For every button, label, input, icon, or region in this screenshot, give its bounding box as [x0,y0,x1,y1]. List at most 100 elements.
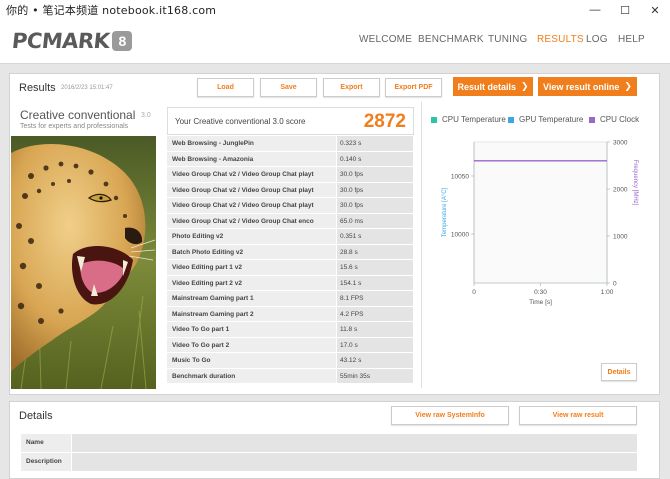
table-row: Video Group Chat v2 / Video Group Chat p… [167,182,413,198]
row-value: 11.8 s [336,322,413,337]
title-bar: 你的 • 笔记本频道 notebook.it168.com — ☐ ✕ [0,0,670,20]
results-date: 2016/2/23 15:01:47 [61,85,113,91]
table-row: Video Group Chat v2 / Video Group Chat p… [167,167,413,183]
results-panel: Results 2016/2/23 15:01:47 Load Save Exp… [9,73,660,395]
row-value: 43.12 s [336,353,413,368]
result-details-label: Result details [457,81,516,92]
nav-benchmark[interactable]: BENCHMARK [418,34,484,45]
nav-log[interactable]: LOG [586,34,608,45]
x-axis-label: Time [s] [529,299,552,306]
row-value: 4.2 FPS [336,306,413,321]
nav-label: WELCOME [359,34,413,45]
row-value: 65.0 ms [336,213,413,228]
view-raw-systeminfo-button[interactable]: View raw SystemInfo [391,406,509,425]
save-button[interactable]: Save [260,78,317,97]
chevron-right-icon: ❯ [624,81,632,91]
row-value: 0.140 s [336,151,413,166]
result-details-button[interactable]: Result details ❯ [453,77,533,96]
row-name: Video Group Chat v2 / Video Group Chat p… [172,171,314,178]
row-value: 30.0 fps [336,167,413,182]
row-value: 154.1 s [336,275,413,290]
maximize-button[interactable]: ☐ [610,0,640,20]
export-button[interactable]: Export [323,78,380,97]
chevron-right-icon: ❯ [520,81,529,91]
details-title: Details [19,410,53,422]
score-value: 2872 [363,111,406,132]
table-row: Video Group Chat v2 / Video Group Chat e… [167,213,413,229]
row-name: Music To Go [172,357,211,364]
details-name-row: Name [21,434,637,452]
row-name: Video To Go part 2 [172,341,230,349]
nav-tuning[interactable]: TUNING [488,34,528,45]
row-value: 8.1 FPS [336,291,413,306]
plot-area [473,141,608,284]
y-left-tick-label: 10050 [451,174,469,181]
row-name: Video To Go part 1 [172,326,230,333]
test-name: Creative conventional [20,108,136,122]
results-table: Web Browsing - JunglePin 0.323 s Web Brow… [167,136,413,384]
logo-text: PCMARK [10,29,111,53]
table-row: Video Editing part 1 v2 15.6 s [167,260,413,276]
row-value: 15.6 s [336,260,413,275]
export-pdf-button[interactable]: Export PDF [385,78,442,97]
row-name: Video Editing part 1 v2 [172,264,242,271]
minimize-button[interactable]: — [580,0,610,20]
pcmark-logo: PCMARK 8 [10,28,133,54]
y-right-tick-label: 3000 [613,140,628,147]
chart-plot: 300020001000010050100000 0:30 1:00Time [s]… [442,140,638,307]
row-name: Video Editing part 2 v2 [172,279,242,287]
row-name: Video Group Chat v2 / Video Group Chat p… [172,202,314,209]
table-row: Video Group Chat v2 / Video Group Chat p… [167,198,413,214]
table-row: Music To Go 43.12 s [167,353,413,369]
row-name: Web Browsing - Amazonia [172,155,254,163]
row-value: 0.351 s [336,229,413,244]
row-name: Photo Editing v2 [172,233,224,240]
view-raw-result-button[interactable]: View raw result [519,406,637,425]
view-online-button[interactable]: View result online ❯ [538,77,637,96]
row-value: 30.0 fps [336,182,413,197]
y-axis-right-label: Frequency [MHz] [632,160,638,206]
row-name: Benchmark duration [172,372,236,380]
row-value: 0.323 s [336,136,413,151]
monitoring-chart: CPU Temperature GPU Temperature CPU Cloc… [421,102,646,388]
table-row: Video To Go part 1 11.8 s [167,322,413,338]
field-value [71,434,637,452]
table-row: Batch Photo Editing v2 28.8 s [167,244,413,260]
row-name: Video Group Chat v2 / Video Group Chat e… [172,217,314,225]
table-row: Mainstream Gaming part 1 8.1 FPS [167,291,413,307]
close-button[interactable]: ✕ [640,0,670,20]
y-right-tick-label: 1000 [613,234,628,241]
x-tick-label: 1:00 [601,289,614,296]
x-tick-label: 0:30 [534,289,547,296]
score-label: Your Creative conventional 3.0 score [175,117,306,126]
table-row: Web Browsing - JunglePin 0.323 s [167,136,413,152]
field-label: Description [26,458,62,465]
y-right-tick-label: 0 [613,281,617,288]
table-row: Mainstream Gaming part 2 4.2 FPS [167,306,413,322]
y-right-tick-label: 2000 [613,187,628,194]
overlay-watermark: 你的 • 笔记本频道 notebook.it168.com [6,4,217,17]
row-name: Web Browsing - JunglePin [172,140,254,147]
details-description-row: Description [21,453,637,471]
row-value: 17.0 s [336,337,413,352]
app-header: PCMARK 8 WELCOME BENCHMARK TUNING RESULT… [0,20,670,64]
row-value: 55min 35s [336,368,413,383]
nav-help[interactable]: HELP [618,34,645,45]
test-version: 3.0 [141,112,151,119]
table-row: Web Browsing - Amazonia 0.140 s [167,151,413,167]
row-name: Batch Photo Editing v2 [172,248,244,256]
view-online-label: View result online [543,81,620,92]
nav-welcome[interactable]: WELCOME [359,34,412,45]
table-row: Benchmark duration 55min 35s [167,368,413,384]
load-button[interactable]: Load [197,78,254,97]
chart-details-button[interactable]: Details [601,363,637,381]
table-row: Video To Go part 2 17.0 s [167,337,413,353]
app-window: 你的 • 笔记本频道 notebook.it168.com — ☐ ✕ PCMA… [0,0,670,479]
score-box: Your Creative conventional 3.0 score 287… [167,107,414,135]
nav-results[interactable]: RESULTS [537,34,584,45]
leopard-image [11,136,156,389]
field-label: Name [26,439,44,446]
test-subtitle: Tests for experts and professionals [20,123,129,130]
nav-label: BENCHMARK [418,34,484,45]
nav-label: TUNING [488,34,528,45]
